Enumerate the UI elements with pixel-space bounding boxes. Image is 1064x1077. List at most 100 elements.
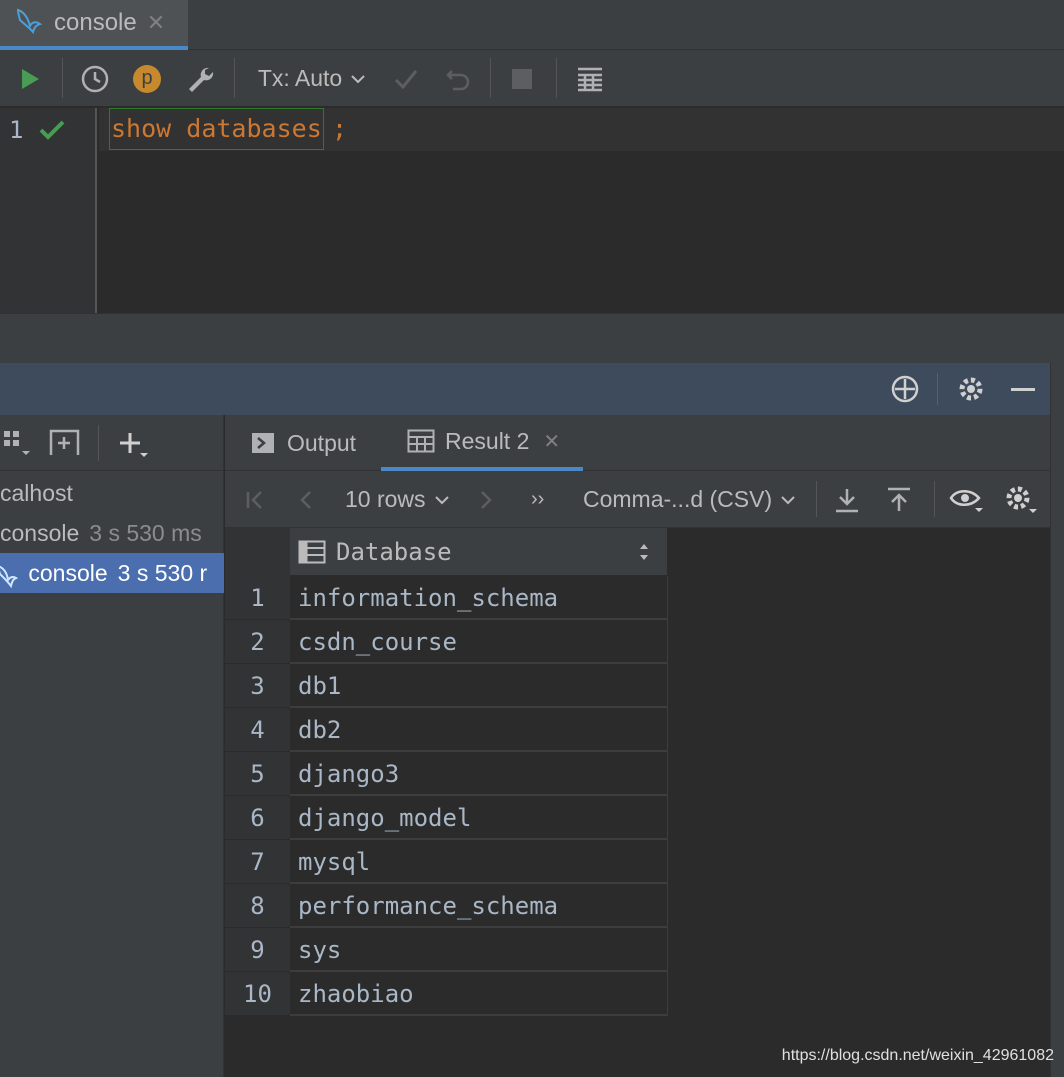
first-page-icon — [246, 490, 262, 509]
chevron-right-icon — [481, 490, 492, 509]
tree-item-duration: 3 s 530 r — [117, 560, 208, 586]
rollback-button[interactable] — [442, 50, 474, 107]
chevron-down-icon — [434, 495, 449, 504]
undo-icon — [446, 69, 470, 90]
row-number: 5 — [225, 752, 290, 796]
p-badge-icon: p — [133, 64, 161, 93]
console-output-icon — [252, 433, 274, 453]
services-header — [0, 363, 1050, 415]
more-actions-button[interactable]: ›› — [531, 471, 559, 528]
watermark: https://blog.csdn.net/weixin_42961082 — [781, 1047, 1054, 1064]
stop-button[interactable] — [506, 50, 538, 107]
result-tabs: Output Result 2 ✕ — [225, 415, 1050, 471]
panel-settings-button[interactable] — [954, 373, 988, 405]
commit-button[interactable] — [390, 50, 422, 107]
cell-database[interactable]: mysql — [290, 840, 668, 884]
right-edge-strip — [1050, 363, 1064, 1077]
run-button[interactable] — [12, 50, 48, 107]
grid-settings-button[interactable] — [1003, 471, 1043, 528]
tab-result[interactable]: Result 2 ✕ — [381, 415, 583, 471]
table-row[interactable]: 6 django_model — [225, 796, 668, 840]
cell-database[interactable]: db2 — [290, 708, 668, 752]
cell-database[interactable]: db1 — [290, 664, 668, 708]
result-toolbar: 10 rows ›› Comma-...d (CSV) — [225, 471, 1050, 528]
stop-icon — [512, 68, 532, 89]
cell-database[interactable]: zhaobiao — [290, 972, 668, 1016]
table-row[interactable]: 8 performance_schema — [225, 884, 668, 928]
add-service-button[interactable] — [116, 427, 152, 459]
new-tab-button[interactable] — [48, 427, 82, 459]
sql-statement[interactable]: show databases — [109, 108, 324, 150]
table-row[interactable]: 10 zhaobiao — [225, 972, 668, 1016]
upload-button[interactable] — [885, 471, 917, 528]
group-by-button[interactable] — [0, 427, 34, 459]
tree-item-console[interactable]: console 3 s 530 ms — [0, 513, 224, 553]
cell-database[interactable]: performance_schema — [290, 884, 668, 928]
table-row[interactable]: 7 mysql — [225, 840, 668, 884]
add-tab-icon — [49, 429, 80, 455]
history-button[interactable] — [78, 50, 112, 107]
settings-wrench-button[interactable] — [182, 50, 218, 107]
chevron-down-icon — [351, 74, 365, 83]
previous-page-button[interactable] — [295, 471, 323, 528]
tree-item-label: calhost — [0, 480, 73, 506]
tree-item-duration: 3 s 530 ms — [89, 520, 202, 546]
eye-icon — [949, 489, 983, 512]
tree-item-console-selected[interactable]: console 3 s 530 r — [0, 553, 224, 593]
query-toolbar: p Tx: Auto — [0, 50, 1064, 107]
view-options-button[interactable] — [949, 471, 989, 528]
cell-database[interactable]: information_schema — [290, 576, 668, 620]
table-row[interactable]: 1 information_schema — [225, 576, 668, 620]
profile-button[interactable]: p — [130, 50, 164, 107]
clock-icon — [81, 65, 109, 92]
table-layout-button[interactable] — [572, 50, 608, 107]
rows-count: 10 rows — [345, 486, 426, 512]
row-number: 6 — [225, 796, 290, 840]
export-format-select[interactable]: Comma-...d (CSV) — [583, 471, 799, 528]
keyword-databases: databases — [186, 114, 322, 143]
close-icon[interactable]: ✕ — [543, 429, 560, 454]
line-gutter: 1 — [0, 108, 97, 313]
table-row[interactable]: 3 db1 — [225, 664, 668, 708]
first-page-button[interactable] — [243, 471, 271, 528]
tab-console[interactable]: console ✕ — [0, 0, 188, 50]
keyword-show: show — [111, 114, 172, 143]
page-size-select[interactable]: 10 rows — [345, 471, 457, 528]
double-chevron-icon: ›› — [531, 488, 545, 510]
tab-label: console — [54, 9, 137, 36]
minus-icon — [1011, 387, 1035, 391]
execution-success-icon — [39, 120, 65, 140]
plus-icon — [120, 433, 148, 457]
tx-mode-label: Tx: Auto — [257, 65, 343, 91]
download-button[interactable] — [833, 471, 865, 528]
column-icon — [298, 540, 326, 563]
checkmark-icon — [394, 69, 418, 89]
cell-database[interactable]: django3 — [290, 752, 668, 796]
tab-label: Output — [287, 429, 357, 456]
cell-database[interactable]: django_model — [290, 796, 668, 840]
transaction-mode-select[interactable]: Tx: Auto — [254, 50, 370, 107]
panel-splitter[interactable] — [0, 313, 1064, 363]
row-number: 2 — [225, 620, 290, 664]
table-lines-icon — [578, 67, 602, 91]
gear-icon — [959, 377, 983, 401]
mysql-dolphin-icon — [0, 565, 19, 589]
table-icon — [407, 429, 435, 453]
next-page-button[interactable] — [473, 471, 501, 528]
column-header-database[interactable]: Database — [290, 528, 668, 576]
close-icon[interactable]: ✕ — [147, 10, 165, 36]
mysql-dolphin-icon — [14, 6, 44, 41]
table-row[interactable]: 5 django3 — [225, 752, 668, 796]
chevron-left-icon — [300, 490, 311, 509]
locate-button[interactable] — [888, 373, 922, 405]
row-number: 8 — [225, 884, 290, 928]
minimize-button[interactable] — [1006, 373, 1040, 405]
table-row[interactable]: 9 sys — [225, 928, 668, 972]
sort-icon[interactable] — [637, 541, 651, 563]
cell-database[interactable]: sys — [290, 928, 668, 972]
table-row[interactable]: 4 db2 — [225, 708, 668, 752]
tab-output[interactable]: Output — [251, 415, 391, 471]
cell-database[interactable]: csdn_course — [290, 620, 668, 664]
tree-item-localhost[interactable]: calhost — [0, 473, 224, 513]
table-row[interactable]: 2 csdn_course — [225, 620, 668, 664]
